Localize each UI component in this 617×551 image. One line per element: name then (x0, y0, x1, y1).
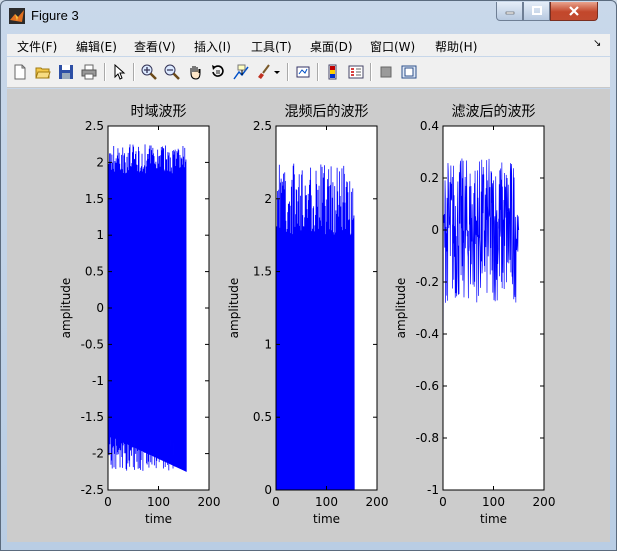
y-axis-label: amplitude (59, 278, 73, 339)
chevron-icon[interactable]: ↘ (593, 38, 601, 49)
minimize-button[interactable] (496, 2, 523, 21)
menu-window[interactable]: 窗口(W) (370, 38, 415, 55)
toolbar-separator (317, 63, 319, 81)
y-tick-label: 0 (264, 483, 272, 497)
show-plot-tools-icon[interactable] (401, 64, 417, 80)
maximize-icon (531, 6, 542, 15)
figure-canvas[interactable]: -2.5 -2 -1.5 -1 -0.5 0 0.5 1 1.5 2 2.5 0 100 200 时域波形 t… (7, 89, 610, 542)
y-tick-label: -1 (92, 374, 104, 388)
y-tick-label: 1.5 (85, 192, 104, 206)
y-tick-label: -1.5 (81, 410, 104, 424)
toolbar-separator (287, 63, 289, 81)
rotate-3d-icon[interactable] (210, 64, 226, 80)
y-tick-label: -2.5 (81, 483, 104, 497)
toolbar-separator (370, 63, 372, 81)
zoom-in-icon[interactable] (141, 64, 157, 80)
legend-icon[interactable] (348, 64, 364, 80)
toolbar-separator (133, 63, 135, 81)
y-axis-label: amplitude (394, 278, 408, 339)
matlab-logo-icon (9, 8, 25, 24)
y-tick-label: 0 (96, 301, 104, 315)
maximize-button[interactable] (523, 2, 550, 21)
y-tick-label: -2 (92, 447, 104, 461)
y-tick-label: 1.5 (253, 265, 272, 279)
x-tick-label: 200 (366, 495, 389, 509)
colorbar-icon[interactable] (325, 64, 341, 80)
plot-title: 滤波后的波形 (452, 104, 536, 120)
y-tick-label: -1 (427, 483, 439, 497)
title-bar[interactable]: Figure 3 (1, 1, 616, 31)
save-icon[interactable] (58, 64, 74, 80)
y-tick-label: 2 (96, 155, 104, 169)
y-tick-label: 0.5 (85, 265, 104, 279)
brush-dropdown-icon[interactable] (273, 64, 281, 80)
y-tick-label: 0.2 (420, 171, 439, 185)
y-tick-label: -0.2 (416, 275, 439, 289)
close-button[interactable] (550, 2, 598, 21)
menu-desktop[interactable]: 桌面(D) (310, 38, 353, 55)
y-tick-label: 2.5 (85, 119, 104, 133)
minimize-icon (505, 11, 514, 15)
toolbar-separator (104, 63, 106, 81)
hide-plot-tools-icon[interactable] (378, 64, 394, 80)
menu-insert[interactable]: 插入(I) (194, 38, 231, 55)
y-tick-label: -0.6 (416, 379, 439, 393)
x-tick-label: 0 (272, 495, 280, 509)
y-tick-label: -0.8 (416, 431, 439, 445)
x-axis-label: time (313, 512, 340, 526)
y-tick-label: 1 (264, 337, 272, 351)
open-file-icon[interactable] (35, 64, 51, 80)
x-tick-label: 100 (482, 495, 505, 509)
y-tick-label: 0 (431, 223, 439, 237)
data-cursor-icon[interactable] (233, 64, 249, 80)
plot-title: 时域波形 (131, 104, 187, 120)
menu-view[interactable]: 查看(V) (134, 38, 176, 55)
y-axis-label: amplitude (227, 278, 241, 339)
brush-icon[interactable] (256, 64, 272, 80)
zoom-out-icon[interactable] (164, 64, 180, 80)
print-icon[interactable] (81, 64, 97, 80)
x-axis-label: time (145, 512, 172, 526)
menu-bar: 文件(F) 编辑(E) 查看(V) 插入(I) 工具(T) 桌面(D) 窗口(W… (7, 34, 610, 56)
menu-help[interactable]: 帮助(H) (435, 38, 477, 55)
menu-edit[interactable]: 编辑(E) (76, 38, 117, 55)
y-tick-label: 2.5 (253, 119, 272, 133)
x-tick-label: 200 (198, 495, 221, 509)
menu-file[interactable]: 文件(F) (17, 38, 57, 55)
x-tick-label: 100 (315, 495, 338, 509)
y-tick-label: 1 (96, 228, 104, 242)
y-tick-label: 0.5 (253, 410, 272, 424)
plot-title: 混频后的波形 (285, 104, 369, 120)
y-tick-label: -0.5 (81, 337, 104, 351)
subplots-svg: -2.5-2-1.5-1-0.500.511.522.50 100 200时域波形t… (59, 104, 556, 526)
x-tick-label: 0 (439, 495, 447, 509)
y-tick-label: 2 (264, 192, 272, 206)
window-title: Figure 3 (31, 8, 79, 23)
new-figure-icon[interactable] (12, 64, 28, 80)
pointer-icon[interactable] (111, 64, 127, 80)
menu-tools[interactable]: 工具(T) (251, 38, 292, 55)
x-tick-label: 200 (533, 495, 556, 509)
y-tick-label: 0.4 (420, 119, 439, 133)
figure-toolbar (7, 57, 610, 88)
pan-icon[interactable] (187, 64, 203, 80)
x-axis-label: time (480, 512, 507, 526)
close-icon (569, 6, 579, 16)
link-plot-icon[interactable] (295, 64, 311, 80)
x-tick-label: 0 (104, 495, 112, 509)
y-tick-label: -0.4 (416, 327, 439, 341)
signal-trace (107, 144, 187, 472)
figure-window: Figure 3 文件(F) 编辑(E) 查看(V) 插入(I) 工具(T) 桌… (0, 0, 617, 551)
x-tick-label: 100 (147, 495, 170, 509)
